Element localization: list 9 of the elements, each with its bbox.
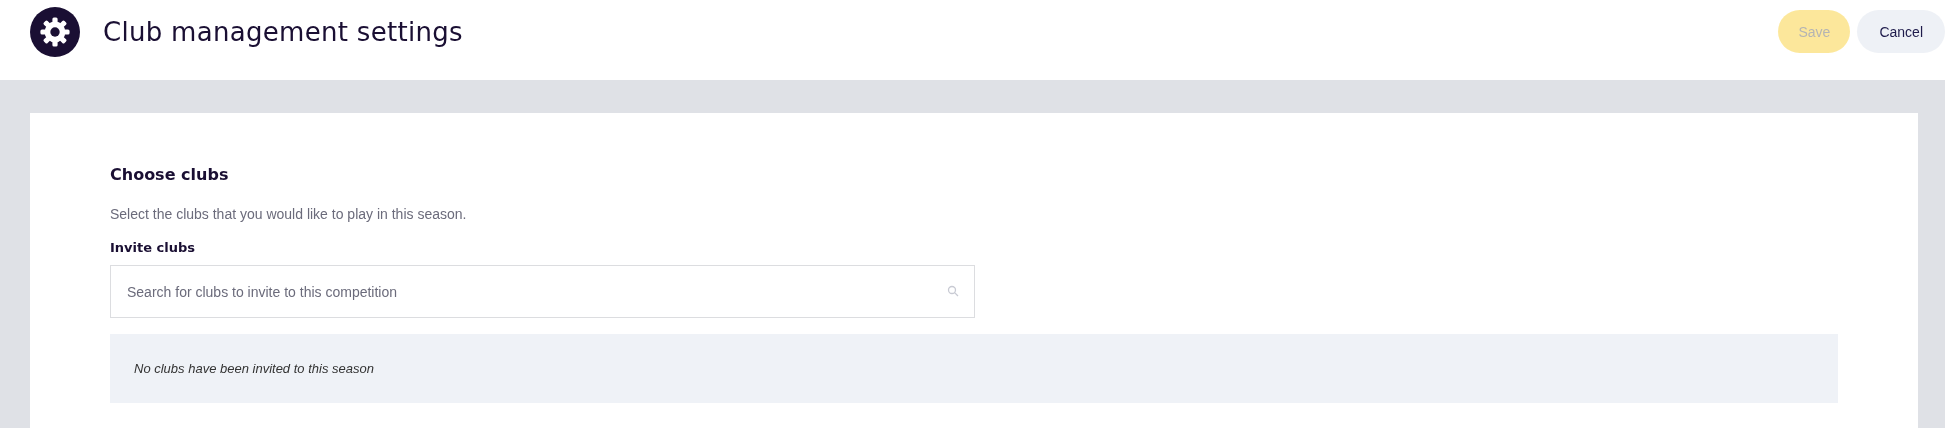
settings-icon [30,7,80,57]
search-field[interactable]: Search for clubs to invite to this competition [110,265,975,318]
field-label: Invite clubs [110,240,196,255]
section-description: Select the clubs that you would like to play in this season. [110,206,468,222]
page-title: Club management settings [103,17,464,47]
search-icon [947,285,959,297]
section-title: Choose clubs [110,165,230,184]
empty-message: No clubs have been invited to this season [134,361,374,376]
cancel-button[interactable]: Cancel [1857,10,1945,53]
